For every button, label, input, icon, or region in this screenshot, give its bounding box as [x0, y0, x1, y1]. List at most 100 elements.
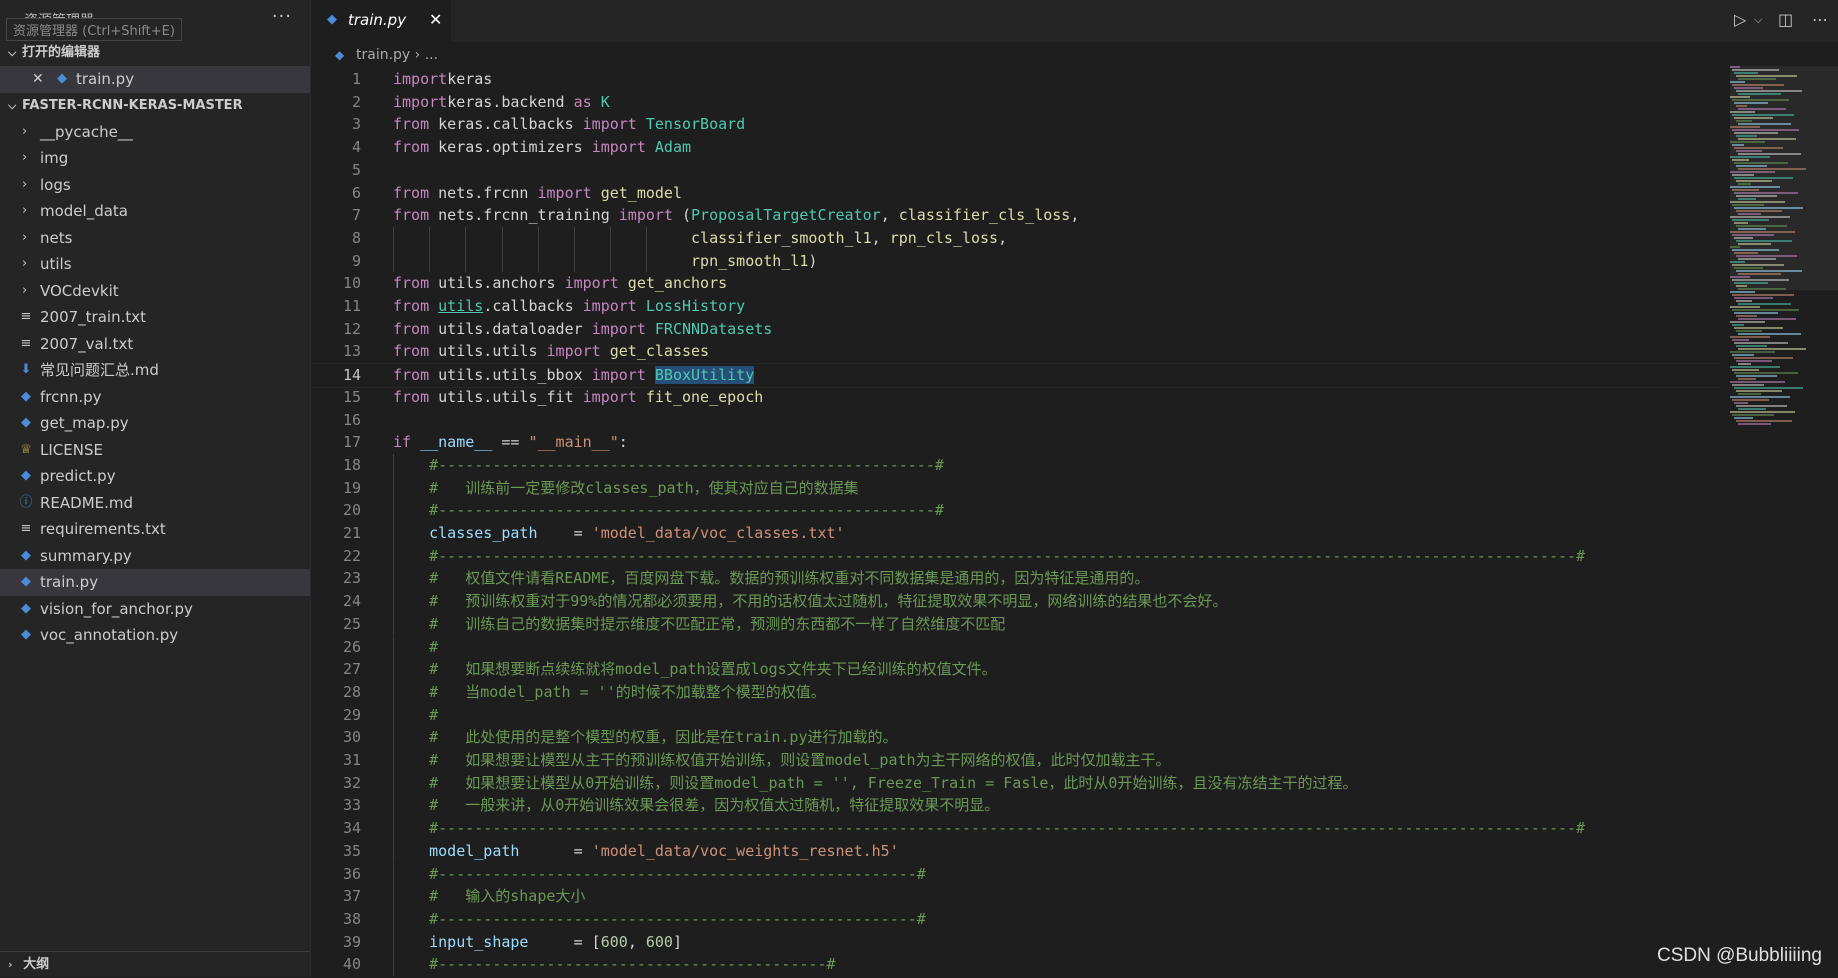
open-editors-section[interactable]: ⌵ 打开的编辑器: [0, 40, 310, 66]
close-tab-icon[interactable]: ✕: [429, 10, 442, 29]
open-editors-label: 打开的编辑器: [22, 45, 101, 60]
code-token: classifier_smooth_l1: [691, 228, 872, 247]
code-line[interactable]: 3 from keras.callbacks import TensorBoard: [311, 113, 1721, 136]
outline-section[interactable]: › 大纲: [0, 951, 310, 977]
code-line[interactable]: 7 from nets.frcnn_training import (Propos…: [311, 204, 1721, 227]
file-name: get_map.py: [40, 414, 129, 432]
line-number: 32: [342, 773, 361, 792]
code-line[interactable]: 4 from keras.optimizers import Adam: [311, 136, 1721, 159]
breadcrumb-file[interactable]: train.py › ...: [356, 44, 438, 66]
folder-name: logs: [40, 175, 71, 194]
code-text: # 训练前一定要修改classes_path，使其对应自己的数据集: [393, 477, 859, 500]
code-line[interactable]: 8 classifier_smooth_l1, rpn_cls_loss,: [311, 226, 1721, 250]
tab-train-py[interactable]: ◆ train.py ✕: [311, 0, 451, 42]
minimap[interactable]: [1730, 66, 1838, 506]
minimap-line: [1736, 360, 1772, 362]
folder-item[interactable]: › utils: [0, 251, 310, 278]
code-line[interactable]: 14 from utils.utils_bbox import BBoxUtili…: [311, 363, 1721, 388]
code-line[interactable]: 2 importkeras.backend as K: [311, 91, 1721, 114]
minimap-line: [1738, 243, 1771, 245]
code-line[interactable]: 5: [311, 159, 1721, 182]
close-icon[interactable]: ✕: [32, 66, 44, 93]
code-line[interactable]: 33 # 一般来讲，从0开始训练效果会很差，因为权值太过随机，特征提取效果不明显…: [311, 794, 1721, 818]
code-line[interactable]: 6 from nets.frcnn import get_model: [311, 182, 1721, 205]
code-text: from utils.utils import get_classes: [393, 340, 709, 363]
file-item[interactable]: ◆ voc_annotation.py: [0, 622, 310, 649]
code-line[interactable]: 22 #------------------------------------…: [311, 544, 1721, 568]
code-text: #---------------------------------------…: [393, 953, 835, 976]
split-editor-icon[interactable]: ◫: [1778, 10, 1793, 29]
code-token: import: [582, 387, 637, 406]
code-line[interactable]: 9 rpn_smooth_l1): [311, 249, 1721, 273]
file-item[interactable]: ♕ LICENSE: [0, 437, 310, 464]
folder-item[interactable]: › logs: [0, 172, 310, 199]
code-line[interactable]: 19 # 训练前一定要修改classes_path，使其对应自己的数据集: [311, 476, 1721, 500]
code-token: # 如果想要让模型从0开始训练，则设置model_path = '', Free…: [429, 773, 1358, 792]
breadcrumb-symbol[interactable]: ...: [425, 47, 438, 63]
open-editor-item[interactable]: ✕ ◆ train.py: [0, 66, 310, 93]
code-line[interactable]: 31 # 如果想要让模型从主干的预训练权值开始训练，则设置model_path为…: [311, 749, 1721, 772]
code-line[interactable]: 12 from utils.dataloader import FRCNNData…: [311, 318, 1721, 341]
minimap-line: [1730, 321, 1765, 323]
code-line[interactable]: 16: [311, 409, 1721, 432]
run-icon[interactable]: ▷: [1734, 10, 1746, 29]
file-item[interactable]: ≡ requirements.txt: [0, 516, 310, 543]
code-token: #---------------------------------------…: [429, 455, 944, 474]
code-line[interactable]: 24 # 预训练权重对于99%的情况都必须要用，不用的话权值太过随机，特征提取效…: [311, 590, 1721, 613]
code-line[interactable]: 40 #------------------------------------…: [311, 953, 1721, 976]
code-line[interactable]: 37 # 输入的shape大小: [311, 885, 1721, 908]
code-line[interactable]: 36 #------------------------------------…: [311, 862, 1721, 886]
file-item[interactable]: ≡ 2007_train.txt: [0, 304, 310, 331]
file-name: frcnn.py: [40, 387, 102, 406]
code-line[interactable]: 17 if __name__ == "__main__":: [311, 431, 1721, 454]
code-line[interactable]: 34 #------------------------------------…: [311, 817, 1721, 840]
code-line[interactable]: 15 from utils.utils_fit import fit_one_ep…: [311, 386, 1721, 409]
code-editor[interactable]: 1 importkeras 2 importkeras.backend as K 3 fr…: [311, 68, 1721, 977]
code-line[interactable]: 35 model_path = 'model_data/voc_weights_…: [311, 839, 1721, 863]
file-item[interactable]: ≡ 2007_val.txt: [0, 331, 310, 358]
code-line[interactable]: 13 from utils.utils import get_classes: [311, 340, 1721, 363]
code-line[interactable]: 32 # 如果想要让模型从0开始训练，则设置model_path = '', F…: [311, 771, 1721, 795]
code-line[interactable]: 30 # 此处使用的是整个模型的权重，因此是在train.py进行加载的。: [311, 726, 1721, 749]
file-item[interactable]: ◆ train.py: [0, 569, 310, 596]
code-line[interactable]: 20 #------------------------------------…: [311, 499, 1721, 522]
more-icon[interactable]: ⋯: [1812, 10, 1828, 29]
file-item[interactable]: ◆ vision_for_anchor.py: [0, 596, 310, 623]
code-line[interactable]: 11 from utils.callbacks import LossHistor…: [311, 295, 1721, 318]
code-line[interactable]: 10 from utils.anchors import get_anchors: [311, 272, 1721, 295]
code-line[interactable]: 26 #: [311, 635, 1721, 659]
code-line[interactable]: 29 #: [311, 703, 1721, 727]
code-line[interactable]: 1 importkeras: [311, 68, 1721, 91]
folder-item[interactable]: › img: [0, 145, 310, 172]
code-line[interactable]: 28 # 当model_path = ''的时候不加载整个模型的权值。: [311, 680, 1721, 704]
code-line[interactable]: 39 input_shape = [600, 600]: [311, 930, 1721, 954]
file-item[interactable]: ◆ frcnn.py: [0, 384, 310, 411]
minimap-line: [1732, 339, 1749, 341]
folder-item[interactable]: › __pycache__: [0, 119, 310, 146]
code-line[interactable]: 27 # 如果想要断点续练就将model_path设置成logs文件夹下已经训练…: [311, 658, 1721, 681]
minimap-line: [1734, 327, 1783, 329]
code-line[interactable]: 25 # 训练自己的数据集时提示维度不匹配正常，预测的东西都不一样了自然维度不匹…: [311, 612, 1721, 636]
code-line[interactable]: 38 #------------------------------------…: [311, 907, 1721, 931]
line-number: 21: [342, 524, 361, 542]
minimap-line: [1736, 390, 1782, 392]
more-actions-button[interactable]: ···: [272, 6, 292, 27]
minimap-line: [1732, 144, 1744, 146]
code-token: from: [393, 366, 430, 385]
file-item[interactable]: ⬇ 常见问题汇总.md: [0, 357, 310, 384]
code-line[interactable]: 23 # 权值文件请看README，百度网盘下载。数据的预训练权重对不同数据集是…: [311, 567, 1721, 591]
line-number: 34: [342, 819, 361, 838]
folder-item[interactable]: › VOCdevkit: [0, 278, 310, 305]
minimap-line: [1730, 156, 1770, 158]
chevron-down-icon[interactable]: ⌵: [1754, 13, 1762, 27]
project-section[interactable]: ⌵ FASTER-RCNN-KERAS-MASTER: [0, 93, 310, 119]
file-item[interactable]: ⓘ README.md: [0, 490, 310, 517]
file-item[interactable]: ◆ predict.py: [0, 463, 310, 490]
line-number: 29: [342, 705, 361, 724]
folder-item[interactable]: › model_data: [0, 198, 310, 225]
code-line[interactable]: 18 #------------------------------------…: [311, 453, 1721, 477]
folder-item[interactable]: › nets: [0, 225, 310, 252]
file-item[interactable]: ◆ get_map.py: [0, 410, 310, 437]
file-item[interactable]: ◆ summary.py: [0, 543, 310, 570]
code-line[interactable]: 21 classes_path = 'model_data/voc_classe…: [311, 522, 1721, 545]
